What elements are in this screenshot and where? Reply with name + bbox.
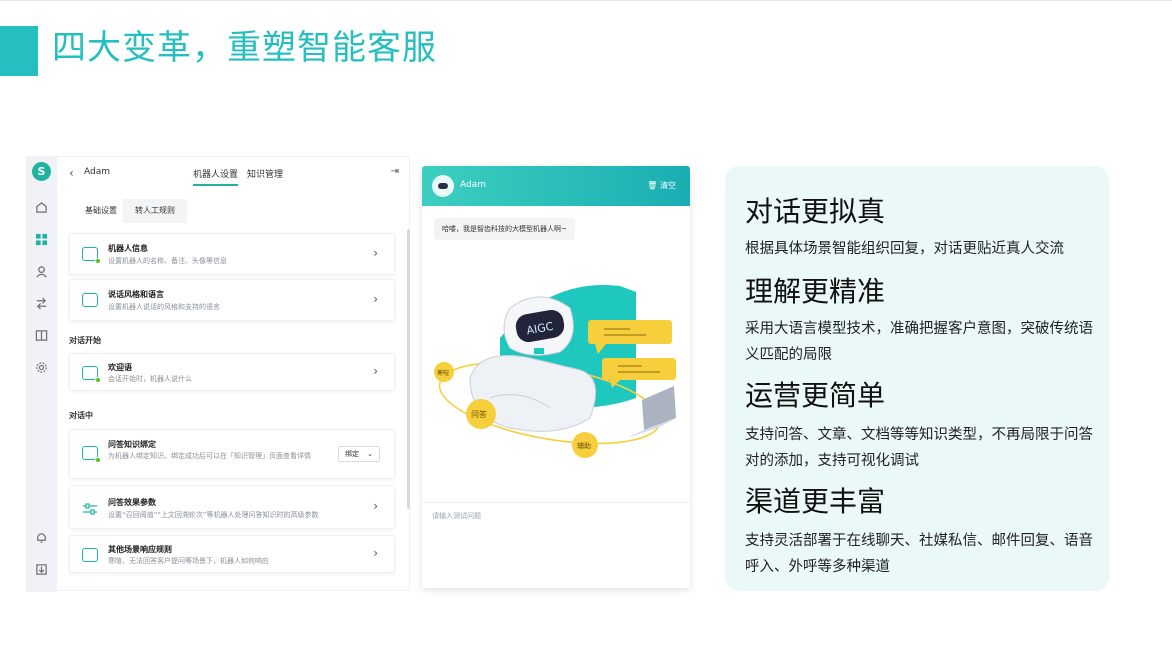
slide: 四大变革，重塑智能客服 S ‹ Adam 机器人设置 知识管理 ⇥ 基础设置 转… <box>0 0 1172 657</box>
users-icon[interactable] <box>34 265 49 280</box>
clear-chat-button[interactable]: 🗑 清空 <box>647 180 676 191</box>
feature-body: 采用大语言模型技术，准确把握客户意图，突破传统语义匹配的局限 <box>745 321 1093 363</box>
chat-bubble-icon <box>82 548 98 562</box>
section-in-conversation: 对话中 <box>69 411 93 420</box>
feature-body: 支持问答、文章、文档等等知识类型，不再局限于问答对的添加，支持可视化调试 <box>745 427 1093 469</box>
home-icon[interactable] <box>34 201 49 216</box>
top-divider <box>0 0 1172 1</box>
aigc-robot-illustration: AIGC 寒暄 问答 辅助 <box>434 285 676 458</box>
feature-heading: 对话更拟真 <box>745 195 886 228</box>
language-icon <box>82 293 98 307</box>
robot-settings-app: S ‹ Adam 机器人设置 知识管理 ⇥ 基础设置 转人工规则 机器人信息 设… <box>26 156 411 592</box>
section-conversation-start: 对话开始 <box>69 336 101 345</box>
bind-label: 绑定 <box>345 450 359 458</box>
app-header: ‹ Adam 机器人设置 知识管理 ⇥ <box>57 157 411 191</box>
online-dot-icon <box>95 457 101 463</box>
card-description: 设置机器人说话的风格和支持的语言 <box>108 303 220 311</box>
bot-greeting-bubble: 哈喽，我是智齿科技的大模型机器人啊~ <box>434 218 575 240</box>
online-dot-icon <box>95 258 101 264</box>
bot-avatar <box>432 175 454 197</box>
card-welcome[interactable]: 欢迎语 会话开始时，机器人说什么 › <box>69 353 395 391</box>
sliders-icon <box>82 501 98 515</box>
tab-knowledge-management[interactable]: 知识管理 <box>247 167 283 180</box>
apps-icon[interactable] <box>34 233 49 248</box>
card-title: 欢迎语 <box>108 363 132 372</box>
test-question-input[interactable]: 请输入测试问题 <box>432 511 481 521</box>
chevron-right-icon[interactable]: › <box>373 546 378 560</box>
subtab-basic-settings[interactable]: 基础设置 <box>73 199 129 223</box>
features-panel: 对话更拟真 根据具体场景智能组织回复，对话更贴近真人交流 理解更精准 采用大语言… <box>725 166 1109 591</box>
bind-dropdown-button[interactable]: 绑定 ⌄ <box>338 446 380 462</box>
card-qa-params[interactable]: 问答效果参数 设置“召回阈值”“上文回溯轮次”等机器人处理问答知识时的高级参数 … <box>69 485 395 529</box>
card-title: 问答效果参数 <box>108 498 156 507</box>
orbit-label-qa: 问答 <box>471 409 487 419</box>
chevron-right-icon[interactable]: › <box>373 246 378 260</box>
flow-icon[interactable] <box>34 297 49 312</box>
feature-heading: 理解更精准 <box>745 275 886 308</box>
gear-icon[interactable] <box>34 361 49 376</box>
card-description: 设置“召回阈值”“上文回溯轮次”等机器人处理问答知识时的高级参数 <box>108 511 319 519</box>
card-description: 寒暄、无法回答客户提问等场景下，机器人如何响应 <box>108 557 269 565</box>
input-divider <box>422 502 690 503</box>
feature-heading: 渠道更丰富 <box>745 485 886 518</box>
feature-heading: 运营更简单 <box>745 379 886 412</box>
card-other-rules[interactable]: 其他场景响应规则 寒暄、无法回答客户提问等场景下，机器人如何响应 › <box>69 535 395 573</box>
app-logo[interactable]: S <box>32 162 51 181</box>
feature-body: 根据具体场景智能组织回复，对话更贴近真人交流 <box>745 241 1064 257</box>
card-title: 说话风格和语言 <box>108 290 164 299</box>
orbit-label-greeting: 寒暄 <box>437 369 449 377</box>
trash-icon: 🗑 <box>647 181 658 190</box>
chevron-right-icon[interactable]: › <box>373 292 378 306</box>
slide-title: 四大变革，重塑智能客服 <box>52 28 437 68</box>
card-robot-info[interactable]: 机器人信息 设置机器人的名称、备注、头像等信息 › <box>69 233 395 275</box>
export-icon[interactable] <box>34 563 49 578</box>
chevron-right-icon[interactable]: › <box>373 364 378 378</box>
card-title: 问答知识绑定 <box>108 440 156 449</box>
robot-icon <box>82 247 101 264</box>
back-arrow-icon[interactable]: ‹ <box>69 166 74 180</box>
online-dot-icon <box>95 377 101 383</box>
tab-robot-settings[interactable]: 机器人设置 <box>193 167 239 186</box>
collapse-panel-icon[interactable]: ⇥ <box>391 166 399 177</box>
vertical-scrollbar[interactable] <box>407 229 410 509</box>
chat-preview-window: Adam 🗑 清空 哈喽，我是智齿科技的大模型机器人啊~ AIGC 寒暄 问答 … <box>422 166 690 588</box>
left-rail: S <box>27 157 57 592</box>
book-icon <box>82 446 101 463</box>
card-title: 其他场景响应规则 <box>108 545 172 554</box>
orbit-label-assist: 辅助 <box>577 441 591 450</box>
card-style-language[interactable]: 说话风格和语言 设置机器人说话的风格和支持的语言 › <box>69 279 395 321</box>
subtab-transfer-rules[interactable]: 转人工规则 <box>123 199 187 223</box>
welcome-icon <box>82 366 101 383</box>
chat-bot-name: Adam <box>460 180 486 190</box>
chevron-right-icon[interactable]: › <box>373 499 378 513</box>
card-description: 设置机器人的名称、备注、头像等信息 <box>108 257 227 265</box>
card-description: 为机器人绑定知识。绑定成功后可以在「知识管理」页面查看详情 <box>108 452 311 460</box>
header-bot-name: Adam <box>84 167 110 177</box>
book-icon[interactable] <box>34 329 49 344</box>
bell-icon[interactable] <box>34 531 49 546</box>
clear-label: 清空 <box>660 181 676 190</box>
card-title: 机器人信息 <box>108 244 148 253</box>
card-qa-binding[interactable]: 问答知识绑定 为机器人绑定知识。绑定成功后可以在「知识管理」页面查看详情 绑定 ⌄ <box>69 429 395 479</box>
chevron-down-icon: ⌄ <box>367 450 373 458</box>
title-accent-bar <box>0 26 38 76</box>
card-description: 会话开始时，机器人说什么 <box>108 375 192 383</box>
feature-body: 支持灵活部署于在线聊天、社媒私信、邮件回复、语音呼入、外呼等多种渠道 <box>745 533 1093 575</box>
chat-header: Adam 🗑 清空 <box>422 166 690 206</box>
